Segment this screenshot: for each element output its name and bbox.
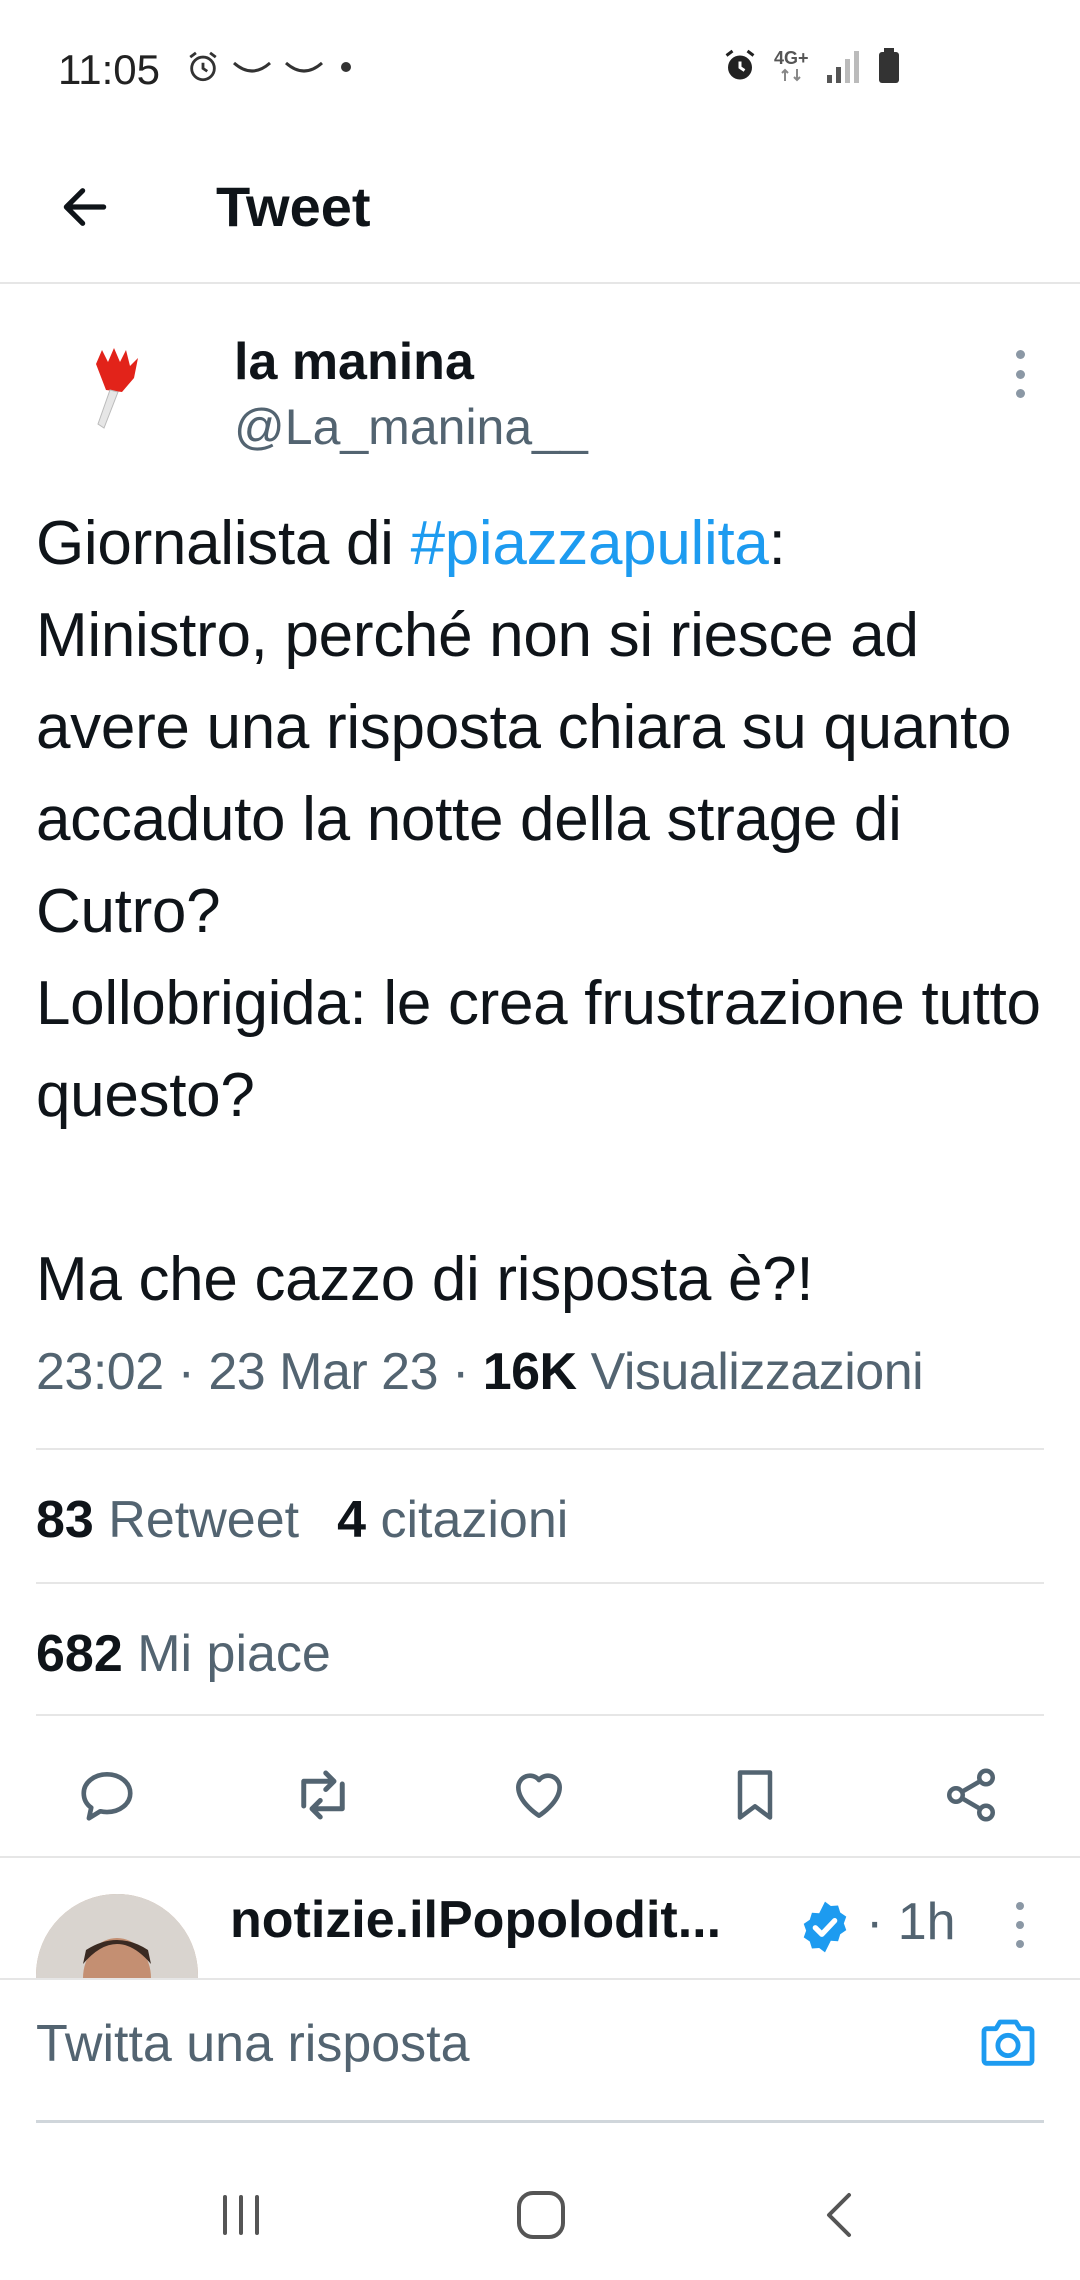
reply-more-button[interactable] xyxy=(1000,1902,1040,1948)
more-dot xyxy=(1016,1940,1024,1948)
views-count: 16K xyxy=(482,1343,577,1401)
page-title: Tweet xyxy=(216,175,371,238)
tweet-meta: 23:02 · 23 Mar 23 · 16K Visualizzazioni xyxy=(36,1342,924,1402)
author-handle[interactable]: @La_manina__ xyxy=(234,398,588,456)
network-icon: 4G+ xyxy=(774,49,809,83)
quotes-label: citazioni xyxy=(380,1491,569,1549)
top-bar: Tweet xyxy=(0,140,1080,284)
like-icon xyxy=(516,1773,562,1818)
more-options-button[interactable] xyxy=(1000,346,1040,402)
share-button[interactable] xyxy=(936,1760,1006,1830)
recent-apps-button[interactable] xyxy=(206,2180,276,2250)
notification-icon xyxy=(285,61,323,73)
meta-separator: · xyxy=(866,1893,898,1951)
tweet-date[interactable]: 23 Mar 23 xyxy=(208,1343,438,1401)
author-avatar[interactable] xyxy=(62,330,182,450)
camera-button[interactable] xyxy=(976,2010,1040,2074)
signal-icon xyxy=(826,51,859,83)
nav-back-button[interactable] xyxy=(806,2180,876,2250)
recent-apps-icon xyxy=(223,2195,259,2235)
status-time: 11:05 xyxy=(58,46,160,93)
alarm-icon xyxy=(189,51,217,82)
reply-icon xyxy=(81,1772,133,1821)
reply-composer: Twitta una risposta xyxy=(0,1978,1080,2126)
network-label: 4G+ xyxy=(774,48,809,68)
meta-separator: · xyxy=(438,1343,483,1401)
system-nav-bar xyxy=(0,2140,1080,2280)
status-bar: 11:05 4G+ xyxy=(0,0,1080,140)
bookmark-icon xyxy=(737,1770,773,1820)
status-right-icons: 4G+ xyxy=(722,48,901,84)
divider xyxy=(36,1582,1044,1584)
composer-underline xyxy=(36,2120,1044,2123)
share-icon xyxy=(946,1768,996,1822)
more-dot xyxy=(1015,369,1025,379)
reply-item[interactable]: notizie.ilPopolodit... · 1h xyxy=(0,1858,1080,1980)
bookmark-button[interactable] xyxy=(720,1760,790,1830)
status-left-icons xyxy=(186,50,356,84)
alarm-icon xyxy=(725,49,755,80)
person-avatar-icon xyxy=(36,1894,198,1980)
home-icon xyxy=(517,2191,565,2239)
tweet-text-intro: Giornalista di xyxy=(36,509,411,578)
likes-label: Mi piace xyxy=(137,1625,331,1683)
more-dot xyxy=(1016,1902,1024,1910)
battery-icon xyxy=(878,48,899,83)
retweet-button[interactable] xyxy=(288,1760,358,1830)
meta-separator: · xyxy=(163,1343,209,1401)
likes-stat[interactable]: 682 Mi piace xyxy=(36,1624,331,1684)
retweets-count: 83 xyxy=(36,1491,94,1549)
arrow-left-icon xyxy=(63,188,107,226)
retweet-icon xyxy=(301,1770,345,1820)
back-button[interactable] xyxy=(48,170,122,244)
author-name[interactable]: la manina xyxy=(234,332,474,392)
camera-icon xyxy=(981,2019,1035,2066)
reply-author-name[interactable]: notizie.ilPopolodit... xyxy=(230,1890,721,1950)
reply-time-value: 1h xyxy=(897,1893,956,1951)
tweet-time[interactable]: 23:02 xyxy=(36,1343,164,1401)
hashtag-link[interactable]: #piazzapulita xyxy=(411,509,769,578)
quotes-count: 4 xyxy=(337,1491,366,1549)
retweets-stat[interactable]: 83 Retweet xyxy=(36,1490,299,1550)
likes-count: 682 xyxy=(36,1625,123,1683)
hand-clapper-icon xyxy=(96,348,138,429)
divider xyxy=(36,1448,1044,1450)
verified-badge-icon xyxy=(803,1901,847,1953)
views-label: Visualizzazioni xyxy=(590,1343,924,1401)
tweet-text: Giornalista di #piazzapulita: Ministro, … xyxy=(36,498,1046,1326)
more-dot xyxy=(1015,350,1025,359)
dot-icon xyxy=(341,62,351,72)
home-button[interactable] xyxy=(506,2180,576,2250)
like-button[interactable] xyxy=(504,1760,574,1830)
reply-time: · 1h xyxy=(866,1892,956,1952)
reply-button[interactable] xyxy=(72,1760,142,1830)
like-stats: 682 Mi piace xyxy=(36,1624,331,1684)
back-icon xyxy=(827,2193,851,2237)
notification-icon xyxy=(233,61,271,73)
more-dot xyxy=(1016,1921,1024,1929)
reply-input[interactable]: Twitta una risposta xyxy=(36,2014,470,2074)
tweet-actions xyxy=(0,1712,1080,1872)
tweet-text-body: : Ministro, perché non si riesce ad aver… xyxy=(36,509,1041,1314)
reply-avatar[interactable] xyxy=(36,1894,198,1980)
quotes-stat[interactable]: 4 citazioni xyxy=(337,1490,568,1550)
retweet-stats: 83 Retweet 4 citazioni xyxy=(36,1490,568,1550)
retweets-label: Retweet xyxy=(108,1491,300,1549)
more-dot xyxy=(1015,389,1025,398)
